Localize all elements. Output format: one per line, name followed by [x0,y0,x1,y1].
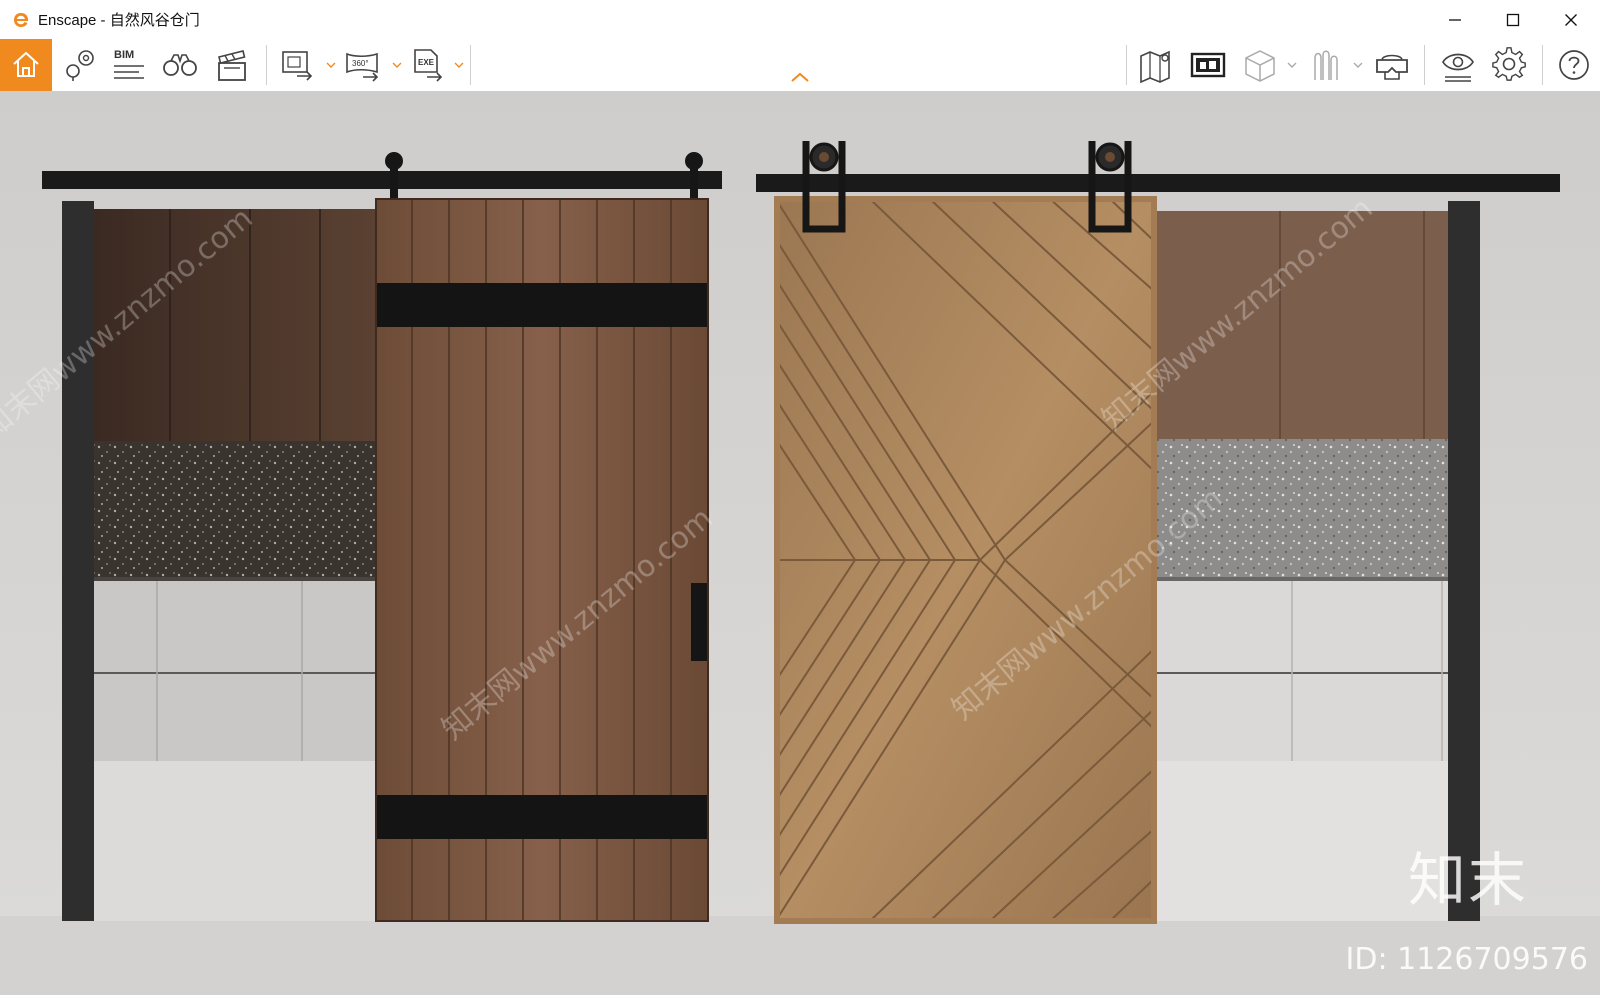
bim-button[interactable]: BIM [106,39,150,91]
close-button[interactable] [1542,0,1600,39]
panorama-export-icon: 360° [346,52,379,82]
minimize-button[interactable] [1426,0,1484,39]
help-button[interactable] [1552,39,1596,91]
settings-gear-icon [1492,47,1526,81]
maximize-icon [1506,13,1520,26]
chevron-down-icon [1353,62,1363,68]
presentation-icon [1190,52,1226,78]
vr-headset-icon [1376,54,1408,80]
asset-library-button[interactable] [1304,39,1348,91]
chevron-up-icon [791,72,809,82]
help-icon [1559,50,1589,80]
toolbar-separator [1542,45,1543,85]
toolbar-separator [1126,45,1127,85]
barn-door-scene: 知末网www.znzmo.com 知末网www.znzmo.com 知末网www… [0,91,1600,995]
visual-settings-icon [1442,53,1474,82]
map-icon [1140,50,1170,84]
video-editor-button[interactable] [210,39,254,91]
presentation-button[interactable] [1186,39,1230,91]
minimize-icon [1449,18,1461,21]
cube-button[interactable] [1238,39,1282,91]
location-button[interactable] [58,39,102,91]
svg-text:360°: 360° [352,59,369,68]
cube-icon [1245,50,1275,82]
exe-export-dropdown[interactable] [452,39,466,91]
window-title: Enscape - 自然风谷仓门 [38,12,200,29]
svg-text:BIM: BIM [114,49,134,61]
maximize-button[interactable] [1484,0,1542,39]
collapse-toolbar-button[interactable] [788,65,812,89]
home-icon [13,52,39,77]
cube-dropdown[interactable] [1285,39,1299,91]
close-icon [1565,13,1577,26]
location-icon [66,50,94,81]
clapperboard-icon [218,50,246,81]
vr-headset-button[interactable] [1370,39,1414,91]
enscape-toolbar: BIM 360° EXE [0,39,1600,92]
screenshot-export-button[interactable] [276,39,320,91]
map-button[interactable] [1134,39,1178,91]
title-bar: Enscape - 自然风谷仓门 [0,0,1600,39]
watermark-logo: 知末 [1407,846,1528,914]
home-button[interactable] [0,39,52,91]
settings-button[interactable] [1488,39,1532,91]
panorama-export-button[interactable]: 360° [340,39,386,91]
chevron-down-icon [326,62,336,68]
exe-export-icon: EXE [414,49,443,82]
chevron-down-icon [1287,62,1297,68]
toolbar-separator [1424,45,1425,85]
bim-icon: BIM [114,49,144,79]
svg-text:EXE: EXE [418,58,435,67]
chevron-down-icon [392,62,402,68]
render-viewport[interactable]: 知末网www.znzmo.com 知末网www.znzmo.com 知末网www… [0,91,1600,995]
screenshot-export-dropdown[interactable] [324,39,338,91]
visual-settings-button[interactable] [1436,39,1480,91]
views-button[interactable] [158,39,202,91]
binoculars-icon [163,54,197,76]
enscape-logo-icon [12,11,30,29]
asset-library-icon [1314,50,1338,80]
exe-export-button[interactable]: EXE [406,39,450,91]
toolbar-separator [266,45,267,85]
panorama-export-dropdown[interactable] [390,39,404,91]
toolbar-separator [470,45,471,85]
screenshot-export-icon [282,51,313,81]
chevron-down-icon [454,62,464,68]
asset-library-dropdown[interactable] [1351,39,1365,91]
watermark-id: ID: 1126709576 [1345,942,1588,977]
